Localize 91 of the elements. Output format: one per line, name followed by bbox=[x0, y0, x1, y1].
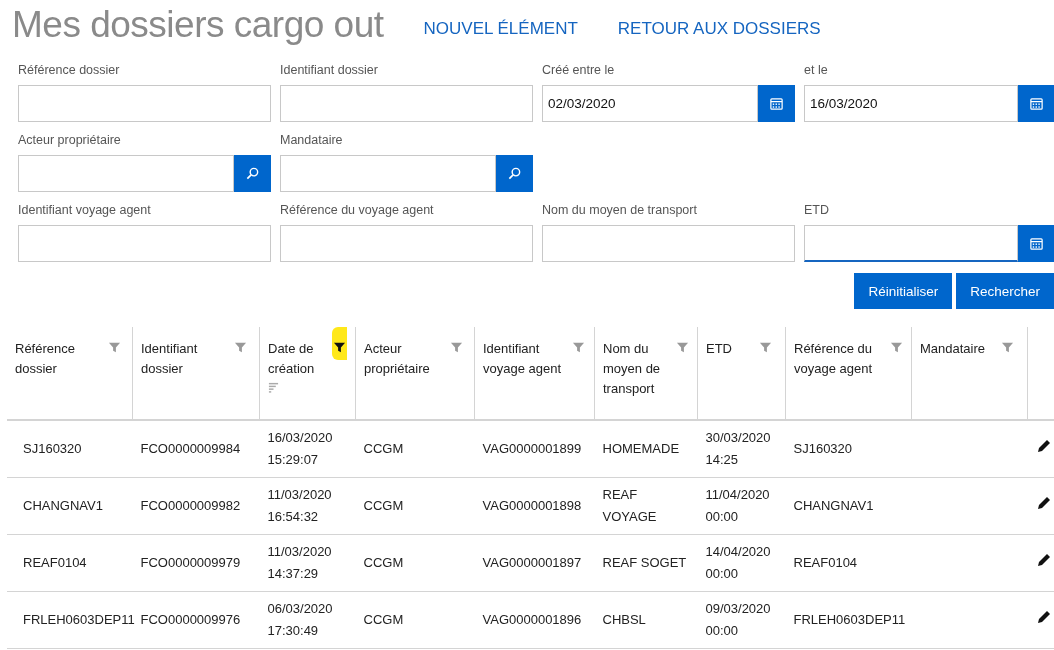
table-cell: VAG0000001897 bbox=[482, 555, 582, 570]
table-cell: 11/03/2020 16:54:32 bbox=[267, 487, 332, 524]
table-cell: CHANGNAV1 bbox=[23, 498, 103, 513]
table-cell: 06/03/2020 17:30:49 bbox=[267, 601, 333, 638]
column-header[interactable]: Identifiant dossier bbox=[141, 339, 231, 379]
date-field[interactable] bbox=[804, 225, 1018, 262]
table-cell: VAG0000001899 bbox=[482, 441, 582, 456]
pencil-icon[interactable] bbox=[1036, 437, 1052, 454]
input-field[interactable] bbox=[542, 225, 795, 262]
field-label: Créé entre le bbox=[542, 63, 616, 79]
table-cell: 11/04/2020 00:00 bbox=[705, 487, 770, 524]
column-header[interactable]: Identifiant voyage agent bbox=[483, 339, 572, 379]
table-cell: 09/03/2020 00:00 bbox=[705, 601, 771, 638]
search-button[interactable]: Rechercher bbox=[956, 273, 1054, 309]
filter-icon bbox=[332, 341, 346, 354]
table-cell: CCGM bbox=[363, 498, 404, 513]
filter-icon bbox=[107, 341, 121, 354]
calendar-button[interactable] bbox=[758, 85, 795, 122]
date-field[interactable]: 16/03/2020 bbox=[804, 85, 1018, 122]
header-link[interactable]: NOUVEL ÉLÉMENT bbox=[423, 19, 578, 39]
input-field[interactable] bbox=[18, 225, 271, 262]
sort-icon[interactable] bbox=[268, 382, 279, 393]
filter-icon bbox=[676, 341, 689, 354]
field-label: Identifiant voyage agent bbox=[18, 203, 152, 219]
table-cell: REAF SOGET bbox=[602, 555, 687, 570]
table-cell: REAF VOYAGE bbox=[602, 487, 657, 524]
filter-icon bbox=[759, 341, 772, 354]
search-button[interactable] bbox=[496, 155, 533, 192]
search-button[interactable] bbox=[234, 155, 271, 192]
table-cell: CCGM bbox=[363, 555, 404, 570]
date-field[interactable]: 02/03/2020 bbox=[542, 85, 758, 122]
field-label: Référence dossier bbox=[18, 63, 121, 79]
table-cell: FRLEH0603DEP11 bbox=[793, 612, 906, 627]
calendar-icon bbox=[1029, 236, 1044, 251]
column-header[interactable]: Nom du moyen de transport bbox=[603, 339, 676, 399]
calendar-button[interactable] bbox=[1018, 85, 1054, 122]
filter-icon bbox=[1001, 341, 1014, 354]
filter-icon bbox=[450, 341, 464, 354]
filter-button[interactable] bbox=[331, 327, 347, 360]
column-header[interactable]: Acteur propriétaire bbox=[364, 339, 448, 379]
column-header[interactable]: Mandataire bbox=[920, 339, 986, 359]
filter-icon bbox=[234, 341, 248, 354]
table-cell: FCO0000009979 bbox=[140, 555, 241, 570]
table-cell: REAF0104 bbox=[793, 555, 858, 570]
page-title: Mes dossiers cargo out bbox=[12, 4, 384, 46]
field-label: Mandataire bbox=[280, 133, 344, 149]
table-cell: REAF0104 bbox=[23, 555, 87, 570]
calendar-icon bbox=[1029, 96, 1044, 111]
table-cell: CHBSL bbox=[602, 612, 646, 627]
filter-icon bbox=[889, 341, 903, 354]
field-label: ETD bbox=[804, 203, 830, 219]
table-cell: CHANGNAV1 bbox=[793, 498, 874, 513]
table-cell: 16/03/2020 15:29:07 bbox=[267, 430, 333, 467]
table-cell: CCGM bbox=[363, 441, 404, 456]
table-cell: FRLEH0603DEP11 bbox=[23, 612, 135, 627]
header-link[interactable]: RETOUR AUX DOSSIERS bbox=[617, 19, 821, 39]
field-label: Nom du moyen de transport bbox=[542, 203, 698, 219]
table-cell: CCGM bbox=[363, 612, 404, 627]
table-cell: SJ160320 bbox=[23, 441, 82, 456]
table-cell: HOMEMADE bbox=[602, 441, 680, 456]
search-icon bbox=[507, 166, 522, 181]
table-cell: 30/03/2020 14:25 bbox=[705, 430, 771, 467]
column-header[interactable]: Date de création bbox=[268, 339, 332, 379]
pencil-icon[interactable] bbox=[1036, 608, 1052, 625]
filter-icon bbox=[572, 341, 586, 354]
field-label: et le bbox=[804, 63, 829, 79]
table-cell: FCO0000009976 bbox=[140, 612, 241, 627]
search-field[interactable] bbox=[18, 155, 234, 192]
table-cell: VAG0000001898 bbox=[482, 498, 582, 513]
calendar-button[interactable] bbox=[1018, 225, 1054, 262]
input-field[interactable] bbox=[280, 85, 533, 122]
column-header[interactable]: Référence dossier bbox=[15, 339, 105, 379]
pencil-icon[interactable] bbox=[1036, 494, 1052, 511]
input-field[interactable] bbox=[280, 225, 533, 262]
reset-button[interactable]: Réinitialiser bbox=[854, 273, 953, 309]
table-cell: VAG0000001896 bbox=[482, 612, 582, 627]
field-label: Identifiant dossier bbox=[280, 63, 379, 79]
table-cell: 11/03/2020 14:37:29 bbox=[267, 544, 332, 581]
field-label: Référence du voyage agent bbox=[280, 203, 435, 219]
pencil-icon[interactable] bbox=[1036, 551, 1052, 568]
table-cell: 14/04/2020 00:00 bbox=[705, 544, 771, 581]
table-cell: FCO0000009984 bbox=[140, 441, 241, 456]
calendar-icon bbox=[769, 96, 784, 111]
search-field[interactable] bbox=[280, 155, 496, 192]
table-cell: FCO0000009982 bbox=[140, 498, 241, 513]
input-field[interactable] bbox=[18, 85, 271, 122]
table-cell: SJ160320 bbox=[793, 441, 853, 456]
column-header[interactable]: Référence du voyage agent bbox=[794, 339, 890, 379]
search-icon bbox=[245, 166, 260, 181]
field-label: Acteur propriétaire bbox=[18, 133, 122, 149]
column-header[interactable]: ETD bbox=[706, 339, 732, 359]
